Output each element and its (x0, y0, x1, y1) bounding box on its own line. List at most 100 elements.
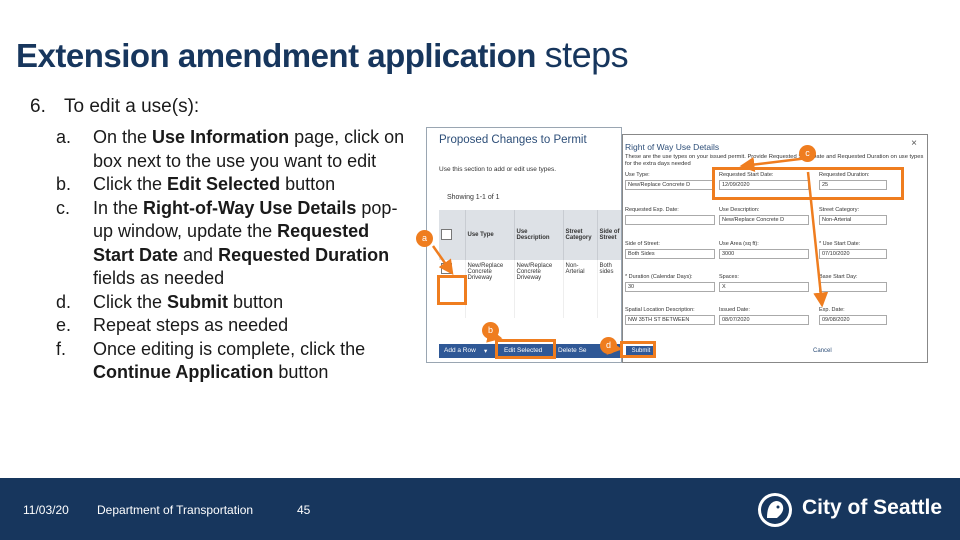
footer-date: 11/03/20 (23, 503, 69, 517)
sub-step-text: Click the (93, 291, 168, 312)
field-spaces: Spaces: X (719, 274, 809, 292)
badge-a: a (416, 230, 433, 247)
highlight-submit (620, 341, 656, 358)
field-duration: * Duration (Calendar Days): 30 (625, 274, 715, 292)
sub-step-letter: e. (56, 315, 72, 335)
requested-exp-date-input[interactable] (625, 215, 715, 225)
col-street-category: Street Category (563, 210, 598, 261)
sub-step-e: e. Repeat steps as needed (56, 314, 406, 338)
sub-step-text: and (178, 244, 219, 265)
sub-step-c: c. In the Right-of-Way Use Details pop-u… (56, 197, 406, 291)
step-number: 6. (30, 96, 46, 117)
footer-page-number: 45 (297, 503, 311, 517)
sub-step-text: Repeat steps as needed (93, 315, 289, 335)
sub-step-a: a. On the Use Information page, click on… (56, 126, 406, 173)
field-label: Requested Exp. Date: (625, 207, 679, 213)
city-of-seattle-logo-text: City of Seattle (802, 496, 943, 519)
delete-selected-button[interactable]: Delete Se (555, 346, 590, 356)
col-use-type: Use Type (465, 210, 515, 261)
select-all-checkbox[interactable] (441, 228, 452, 240)
duration-input[interactable]: 30 (625, 282, 715, 292)
field-label: * Duration (Calendar Days): (625, 274, 693, 280)
sub-step-text: fields as needed (93, 268, 225, 288)
sub-step-letter: b. (56, 174, 72, 194)
sub-step-text: On the (93, 127, 153, 147)
add-row-button[interactable]: Add a Row (441, 346, 479, 356)
sub-step-bold: Submit (167, 291, 229, 312)
table-header-row: Use Type Use Description Street Category… (439, 210, 621, 261)
row-checkbox[interactable]: ✓ (441, 263, 452, 275)
use-start-date-input[interactable]: 07/10/2020 (819, 249, 887, 259)
cancel-link[interactable]: Cancel (813, 348, 832, 354)
field-label: Use Area (sq ft): (719, 241, 759, 247)
sub-step-bold: Requested Duration (218, 244, 390, 265)
spatial-location-input[interactable]: NW 35TH ST BETWEEN (625, 315, 715, 325)
footer-bar: 11/03/20 Department of Transportation 45… (0, 478, 960, 540)
step-heading: 6. To edit a use(s): (30, 96, 199, 118)
field-street-category: Street Category: Non-Arterial (819, 207, 887, 225)
spaces-input[interactable]: X (719, 282, 809, 292)
field-side-of-street: Side of Street: Both Sides (625, 241, 715, 259)
sub-step-letter: f. (56, 338, 67, 359)
slide-title: Extension amendment application steps (16, 34, 629, 76)
sub-step-bold: Edit Selected (167, 174, 281, 194)
footer-department: Department of Transportation (97, 503, 254, 517)
use-type-input[interactable]: New/Replace Concrete D (625, 180, 715, 190)
field-label: Spaces: (719, 274, 739, 280)
field-use-area: Use Area (sq ft): 3000 (719, 241, 809, 259)
field-spatial-location: Spatial Location Description: NW 35TH ST… (625, 307, 715, 325)
side-of-street-input[interactable]: Both Sides (625, 249, 715, 259)
field-label: Issued Date: (719, 307, 750, 313)
sub-step-text: button (228, 291, 284, 312)
field-use-description: Use Description: New/Replace Concrete D (719, 207, 809, 225)
sub-step-b: b. Click the Edit Selected button (56, 173, 406, 197)
sub-step-bold: Continue Application (93, 362, 274, 382)
add-row-dropdown-icon[interactable]: ▾ (481, 346, 490, 356)
cell-side-of-street: Both sides (597, 260, 621, 318)
base-start-day-input[interactable] (819, 282, 887, 292)
sub-step-d: d. Click the Submit button (56, 291, 406, 315)
screenshot-title: Proposed Changes to Permit (439, 134, 587, 146)
sub-step-text: Click the (93, 174, 168, 194)
field-base-start-day: Base Start Day: (819, 274, 887, 292)
badge-c: c (799, 145, 816, 162)
field-requested-exp-date: Requested Exp. Date: (625, 207, 715, 225)
popup-title: Right of Way Use Details (625, 142, 720, 152)
field-issued-date: Issued Date: 08/07/2020 (719, 307, 809, 325)
sub-step-text: Once editing is complete, click the (93, 338, 366, 359)
city-seal-icon (758, 493, 792, 527)
permit-screenshot: Proposed Changes to Permit Use this sect… (426, 127, 622, 363)
use-description-input[interactable]: New/Replace Concrete D (719, 215, 809, 225)
title-steps: steps (544, 34, 629, 75)
select-all-header[interactable] (439, 210, 466, 261)
step-text: To edit a use(s): (64, 96, 200, 117)
sub-step-f: f. Once editing is complete, click the C… (56, 338, 406, 385)
cell-street-category: Non-Arterial (563, 260, 598, 318)
street-category-select[interactable]: Non-Arterial (819, 215, 887, 225)
field-label: Use Type: (625, 172, 650, 178)
screenshot-description: Use this section to add or edit use type… (439, 166, 557, 173)
field-label: Side of Street: (625, 241, 660, 247)
popup-description: These are the use types on your issued p… (625, 154, 924, 167)
sub-step-list: a. On the Use Information page, click on… (56, 126, 406, 385)
sub-step-text: In the (93, 197, 144, 218)
field-use-type: Use Type: New/Replace Concrete D (625, 172, 715, 190)
issued-date-input[interactable]: 08/07/2020 (719, 315, 809, 325)
field-label: Use Description: (719, 207, 760, 213)
field-label: Street Category: (819, 207, 860, 213)
field-label: Spatial Location Description: (625, 307, 695, 313)
highlight-checkbox (437, 275, 467, 305)
sub-step-letter: d. (56, 291, 72, 312)
sub-step-letter: a. (56, 127, 72, 147)
highlight-requested-fields (712, 167, 904, 200)
sub-step-text: button (273, 362, 329, 382)
close-icon[interactable]: × (911, 138, 917, 149)
field-label: Base Start Day: (819, 274, 858, 280)
highlight-edit-selected (495, 339, 556, 359)
use-area-input[interactable]: 3000 (719, 249, 809, 259)
sub-step-letter: c. (56, 197, 71, 218)
exp-date-input[interactable]: 09/08/2020 (819, 315, 887, 325)
showing-count: Showing 1-1 of 1 (447, 194, 500, 201)
col-side-of-street: Side of Street (597, 210, 621, 261)
title-main: Extension amendment application (16, 37, 536, 74)
